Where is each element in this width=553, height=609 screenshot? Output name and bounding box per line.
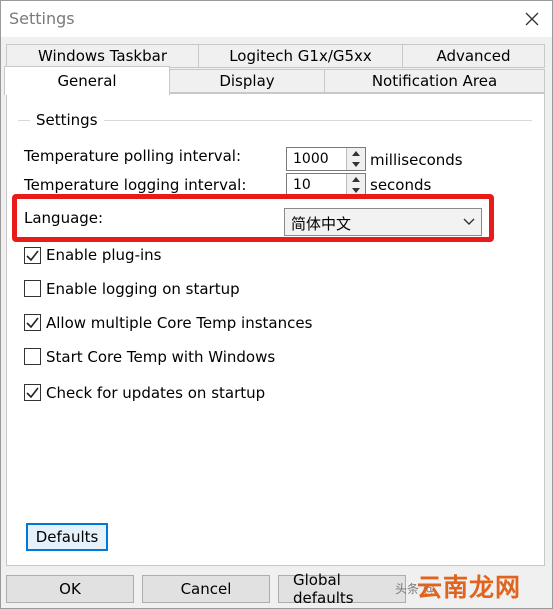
checkbox-check-updates[interactable] [24, 384, 41, 401]
language-value: 简体中文 [291, 215, 352, 233]
checkbox-label[interactable]: Start Core Temp with Windows [46, 348, 275, 366]
language-label: Language: [24, 209, 104, 227]
window-title: Settings [9, 9, 75, 28]
tab-notification-area[interactable]: Notification Area [324, 69, 545, 93]
tab-windows-taskbar[interactable]: Windows Taskbar [6, 44, 199, 68]
checkbox-start-with-windows[interactable] [24, 348, 41, 365]
logging-down-icon[interactable] [347, 185, 365, 196]
checkbox-enable-logging[interactable] [24, 280, 41, 297]
logging-unit: seconds [370, 176, 432, 194]
polling-down-icon[interactable] [347, 159, 365, 170]
tab-advanced[interactable]: Advanced [402, 44, 545, 68]
checkbox-label[interactable]: Allow multiple Core Temp instances [46, 314, 312, 332]
polling-label: Temperature polling interval: [24, 147, 242, 165]
tab-logitech[interactable]: Logitech G1x/G5xx [198, 44, 403, 68]
logging-spinner[interactable]: 10 [286, 173, 366, 197]
chevron-down-icon [463, 215, 475, 231]
polling-value[interactable]: 1000 [293, 151, 329, 167]
title-bar[interactable]: Settings [1, 1, 552, 37]
checkbox-enable-plugins[interactable] [24, 247, 41, 264]
checkbox-label[interactable]: Check for updates on startup [46, 384, 265, 402]
defaults-button[interactable]: Defaults [26, 523, 108, 551]
group-legend: Settings [30, 111, 104, 129]
checkbox-label[interactable]: Enable logging on startup [46, 280, 240, 298]
polling-unit: milliseconds [370, 151, 463, 169]
tab-display[interactable]: Display [169, 69, 325, 93]
tab-general[interactable]: General [4, 66, 170, 95]
logging-label: Temperature logging interval: [24, 176, 247, 194]
close-icon[interactable] [517, 5, 547, 33]
logging-value[interactable]: 10 [293, 177, 311, 193]
language-select[interactable]: 简体中文 [284, 208, 482, 236]
ok-button[interactable]: OK [6, 575, 134, 603]
checkbox-label[interactable]: Enable plug-ins [46, 246, 161, 264]
polling-spinner[interactable]: 1000 [286, 147, 366, 171]
checkbox-multiple-instances[interactable] [24, 314, 41, 331]
global-defaults-button[interactable]: Global defaults [278, 571, 406, 607]
cancel-button[interactable]: Cancel [142, 575, 270, 603]
